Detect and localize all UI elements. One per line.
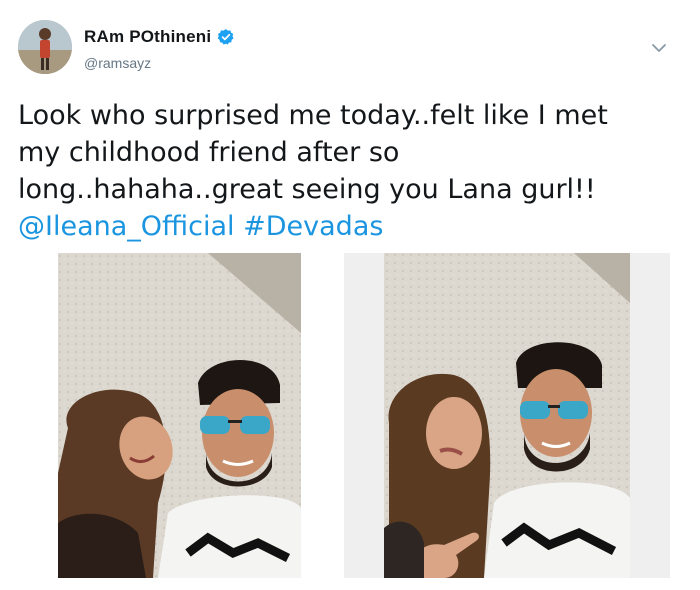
tweet-body: Look who surprised me today..felt like I… — [18, 97, 678, 245]
author-handle[interactable]: @ramsayz — [84, 55, 151, 71]
tweet-text-line: Look who surprised me today..felt like I… — [18, 100, 608, 131]
tweet-text-line: my childhood friend after so — [18, 137, 400, 168]
verified-badge-icon — [217, 28, 235, 46]
tweet-card: RAm POthineni @ramsayz Look who surprise… — [0, 0, 700, 590]
author-display-name[interactable]: RAm POthineni — [84, 27, 211, 47]
mention-link[interactable]: @Ileana_Official — [18, 211, 235, 242]
avatar-image — [18, 20, 72, 74]
tweet-text-line: long..hahaha..great seeing you Lana gurl… — [18, 174, 596, 205]
selfie-photo-2[interactable] — [344, 253, 670, 578]
author-name-row: RAm POthineni — [84, 27, 235, 47]
selfie-photo-1[interactable] — [58, 253, 301, 578]
chevron-down-icon[interactable] — [651, 41, 667, 53]
tweet-text-line-links: @Ileana_Official #Devadas — [18, 208, 678, 245]
hashtag-link[interactable]: #Devadas — [243, 211, 383, 242]
author-avatar[interactable] — [18, 20, 72, 74]
